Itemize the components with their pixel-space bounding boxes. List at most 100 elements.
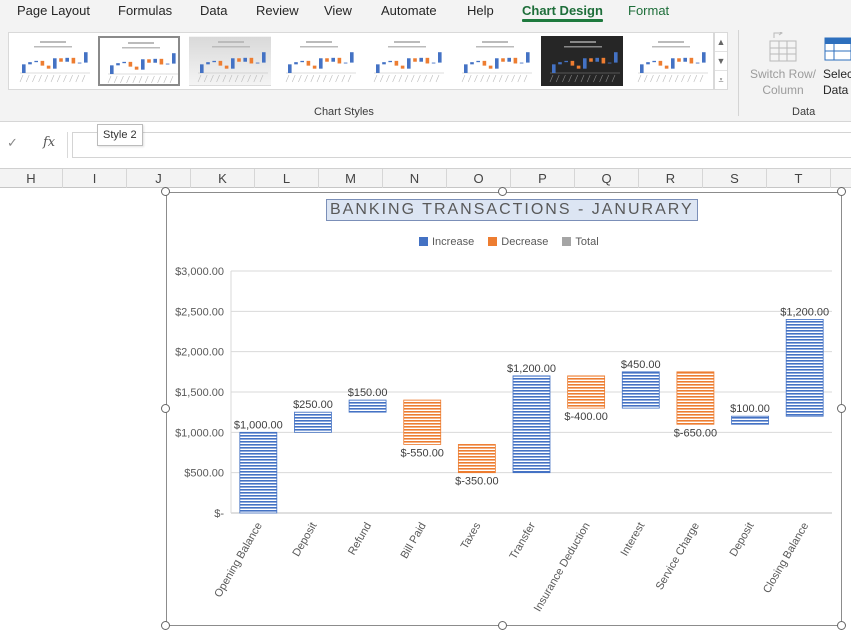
resize-handle-bottom[interactable] — [498, 621, 507, 630]
chart-style-1-thumbnail[interactable] — [11, 36, 93, 86]
resize-handle-top-right[interactable] — [837, 187, 846, 196]
column-header-m[interactable]: M — [319, 169, 383, 188]
column-header-s[interactable]: S — [703, 169, 767, 188]
thumbnail-bar — [640, 64, 644, 73]
tab-formulas[interactable]: Formulas — [118, 3, 172, 18]
waterfall-bar[interactable] — [676, 371, 715, 425]
chart-style-5-thumbnail[interactable] — [365, 36, 447, 86]
x-tick-label: Deposit — [291, 521, 320, 559]
chart-title[interactable]: BANKING TRANSACTIONS - JANURARY — [326, 199, 698, 221]
waterfall-bar[interactable] — [731, 415, 769, 425]
thumbnail-tick — [580, 74, 585, 83]
waterfall-bar[interactable] — [403, 399, 442, 445]
function-icon[interactable]: fx — [43, 135, 55, 150]
tab-data[interactable]: Data — [200, 3, 227, 18]
resize-handle-bottom-left[interactable] — [161, 621, 170, 630]
thumbnail-bar — [683, 57, 687, 62]
waterfall-bar[interactable] — [621, 371, 660, 409]
thumbnail-bar — [431, 62, 436, 64]
thumbnail-bar — [595, 57, 599, 62]
thumbnail-tick — [197, 74, 202, 83]
tab-chart-design[interactable]: Chart Design — [522, 3, 603, 22]
column-header-h[interactable]: H — [0, 169, 63, 188]
ribbon-separator — [738, 30, 739, 116]
chart-styles-group-label: Chart Styles — [314, 106, 374, 118]
column-header-l[interactable]: L — [255, 169, 319, 188]
resize-handle-left[interactable] — [161, 404, 170, 413]
thumbnail-bar — [153, 58, 157, 63]
chart-legend[interactable]: Increase Decrease Total — [419, 236, 610, 248]
thumbnail-tick — [492, 74, 497, 83]
check-icon[interactable]: ✓ — [7, 135, 18, 151]
thumbnail-tick — [259, 74, 264, 83]
thumbnail-bar — [350, 52, 354, 63]
chart-style-4-thumbnail[interactable] — [277, 36, 359, 86]
tab-help[interactable]: Help — [467, 3, 494, 18]
chart-plot-area[interactable]: $- $500.00 $1,000.00 $1,500.00 $2,000.00 $2,5… — [166, 192, 842, 626]
column-header-k[interactable]: K — [191, 169, 255, 188]
chart-style-8-thumbnail[interactable] — [629, 36, 711, 86]
resize-handle-top-left[interactable] — [161, 187, 170, 196]
thumbnail-title-mark — [570, 41, 596, 43]
y-tick-label: $2,000.00 — [175, 347, 224, 359]
thumbnail-tick — [163, 75, 168, 84]
column-header-r[interactable]: R — [639, 169, 703, 188]
waterfall-bar[interactable] — [294, 411, 332, 433]
tab-review[interactable]: Review — [256, 3, 299, 18]
chart-style-6-thumbnail[interactable] — [453, 36, 535, 86]
waterfall-bar[interactable] — [457, 444, 496, 474]
switch-row-column-button[interactable]: Switch Row/ Column — [744, 28, 822, 100]
thumbnail-tick — [228, 74, 233, 83]
waterfall-bar[interactable] — [512, 375, 551, 474]
gallery-more-icon[interactable]: ⩡ — [715, 71, 727, 90]
legend-item-total: Total — [562, 236, 599, 248]
tab-page-layout[interactable]: Page Layout — [17, 3, 90, 18]
thumbnail-title-mark — [40, 41, 66, 43]
thumbnail-bar — [607, 62, 612, 64]
column-header-p[interactable]: P — [511, 169, 575, 188]
resize-handle-right[interactable] — [837, 404, 846, 413]
resize-handle-bottom-right[interactable] — [837, 621, 846, 630]
column-header-i[interactable]: I — [63, 169, 127, 188]
thumbnail-tick — [234, 74, 239, 83]
chart-style-7-thumbnail[interactable] — [541, 36, 623, 86]
tab-automate[interactable]: Automate — [381, 3, 437, 18]
waterfall-bar[interactable] — [348, 399, 387, 413]
thumbnail-bar — [601, 57, 606, 64]
thumbnail-bar — [218, 60, 223, 66]
thumbnail-tick — [341, 74, 346, 83]
gallery-up-icon[interactable]: ▲ — [715, 33, 727, 52]
thumbnail-tick — [107, 75, 112, 84]
tab-format[interactable]: Format — [628, 3, 669, 18]
column-header-j[interactable]: J — [127, 169, 191, 188]
chart-style-2-thumbnail[interactable] — [98, 36, 180, 86]
thumbnail-bar — [513, 57, 518, 64]
ribbon-tabs: Page Layout Formulas Data Review View Au… — [0, 0, 851, 24]
waterfall-bar[interactable] — [567, 375, 606, 409]
y-tick-label: $- — [214, 508, 224, 520]
thumbnail-tick — [19, 74, 24, 83]
column-header-o[interactable]: O — [447, 169, 511, 188]
waterfall-bar[interactable] — [239, 431, 278, 514]
thumbnail-tick — [32, 74, 36, 83]
tab-view[interactable]: View — [324, 3, 352, 18]
formula-input[interactable] — [72, 132, 851, 158]
column-header-q[interactable]: Q — [575, 169, 639, 188]
thumbnail-bar — [464, 64, 468, 73]
chart-style-3-thumbnail[interactable] — [189, 36, 271, 86]
column-header-n[interactable]: N — [383, 169, 447, 188]
thumbnail-bar — [165, 63, 170, 65]
thumbnail-tick — [347, 74, 352, 83]
column-header-t[interactable]: T — [767, 169, 831, 188]
thumbnail-tick — [63, 74, 67, 83]
thumbnail-bar — [65, 57, 69, 62]
thumbnail-tick — [498, 74, 503, 83]
select-data-button[interactable]: Selec Data — [820, 28, 851, 100]
thumbnail-tick — [210, 74, 214, 83]
thumbnail-bar — [28, 62, 32, 65]
waterfall-bar[interactable] — [785, 319, 824, 417]
gallery-down-icon[interactable]: ▼ — [715, 52, 727, 71]
thumbnail-tick — [285, 74, 290, 83]
resize-handle-top[interactable] — [498, 187, 507, 196]
thumbnail-title-mark — [394, 41, 420, 43]
